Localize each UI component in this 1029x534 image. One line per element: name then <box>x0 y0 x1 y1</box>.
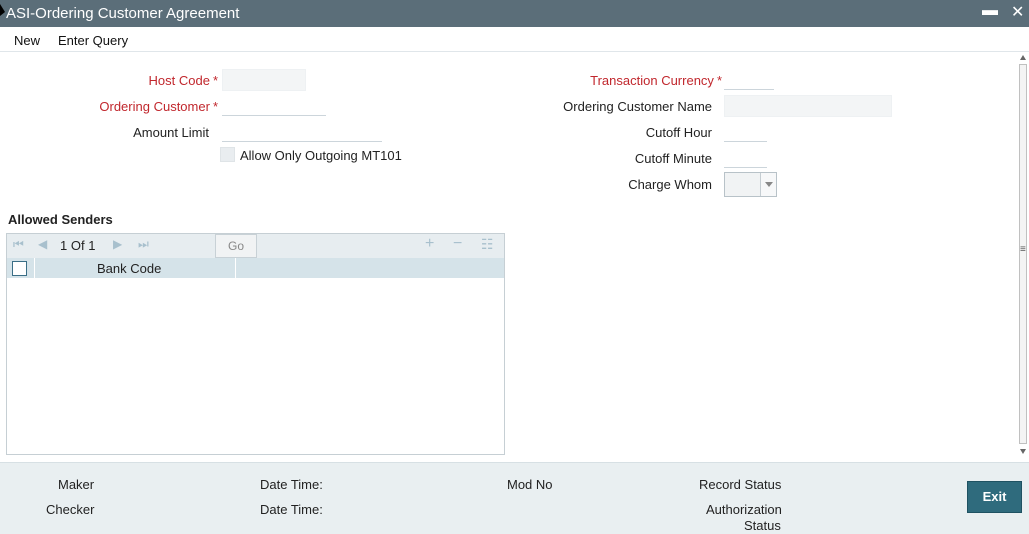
maker-date-time-label: Date Time: <box>260 477 323 492</box>
host-code-label-text: Host Code <box>148 73 210 88</box>
cutoff-minute-input[interactable] <box>724 146 767 168</box>
window-title: ASI-Ordering Customer Agreement <box>6 5 240 22</box>
checker-date-time-label: Date Time: <box>260 502 323 517</box>
transaction-currency-label-text: Transaction Currency <box>590 73 714 88</box>
authorization-label: Authorization <box>706 502 782 517</box>
ordering-customer-name-label: Ordering Customer Name <box>563 99 712 114</box>
scroll-up-icon[interactable] <box>1020 55 1026 60</box>
transaction-currency-input[interactable] <box>724 68 774 90</box>
vertical-scrollbar[interactable]: ≡ <box>1017 52 1029 457</box>
ordering-customer-input[interactable] <box>222 94 326 116</box>
required-mark: * <box>212 73 218 88</box>
scroll-down-icon[interactable] <box>1020 449 1026 454</box>
select-all-checkbox[interactable] <box>12 261 27 276</box>
mouse-cursor-icon <box>0 4 5 16</box>
amount-limit-input[interactable] <box>222 120 382 142</box>
page-indicator: 1 Of 1 <box>60 238 95 253</box>
charge-whom-select[interactable] <box>724 172 777 197</box>
title-bar: ASI-Ordering Customer Agreement ▬ ✕ <box>0 0 1029 27</box>
first-page-icon[interactable]: ⏮ <box>13 237 24 252</box>
amount-limit-label: Amount Limit <box>133 125 209 140</box>
allowed-senders-grid: ⏮ ◀ 1 Of 1 ▶ ⏭ Go + − ☷ Bank Code <box>6 233 505 455</box>
column-divider <box>34 258 35 278</box>
required-mark: * <box>212 99 218 114</box>
column-divider <box>235 258 236 278</box>
checker-label: Checker <box>46 502 95 517</box>
allow-outgoing-label: Allow Only Outgoing MT101 <box>240 148 402 163</box>
next-page-icon[interactable]: ▶ <box>113 237 122 251</box>
menu-bar: New Enter Query <box>0 27 1029 52</box>
exit-button[interactable]: Exit <box>967 481 1022 513</box>
page-total: 1 <box>88 238 96 253</box>
ordering-customer-name-input[interactable] <box>724 95 892 117</box>
allowed-senders-title: Allowed Senders <box>8 212 113 227</box>
audit-footer: Maker Checker Date Time: Date Time: Mod … <box>0 462 1029 534</box>
minimize-icon[interactable]: ▬ <box>982 2 998 20</box>
page-of: Of <box>70 238 85 253</box>
close-icon[interactable]: ✕ <box>1011 2 1024 22</box>
cutoff-hour-label: Cutoff Hour <box>645 125 712 140</box>
new-menu-item[interactable]: New <box>14 33 40 48</box>
cutoff-hour-input[interactable] <box>724 120 767 142</box>
ordering-customer-label-text: Ordering Customer <box>99 99 210 114</box>
single-view-icon[interactable]: ☷ <box>481 236 494 253</box>
page-current: 1 <box>60 238 68 253</box>
ordering-customer-label: Ordering Customer * <box>60 99 218 114</box>
allow-outgoing-checkbox[interactable] <box>220 147 235 162</box>
grid-header-row: Bank Code <box>7 258 504 278</box>
host-code-label: Host Code * <box>60 73 218 88</box>
charge-whom-label: Charge Whom <box>628 177 712 192</box>
transaction-currency-label: Transaction Currency * <box>540 73 722 88</box>
mod-no-label: Mod No <box>507 477 553 492</box>
enter-query-menu-item[interactable]: Enter Query <box>58 33 128 48</box>
bank-code-column-header: Bank Code <box>97 261 162 276</box>
add-row-icon[interactable]: + <box>425 235 434 253</box>
go-button[interactable]: Go <box>215 234 257 258</box>
cutoff-minute-label: Cutoff Minute <box>634 151 712 166</box>
grid-toolbar: ⏮ ◀ 1 Of 1 ▶ ⏭ Go + − ☷ <box>7 234 504 258</box>
required-mark: * <box>716 73 722 88</box>
scroll-grip-icon: ≡ <box>1020 244 1026 255</box>
last-page-icon[interactable]: ⏭ <box>138 237 149 252</box>
authorization-status-label: Status <box>744 518 781 533</box>
chevron-down-icon[interactable] <box>760 173 776 196</box>
delete-row-icon[interactable]: − <box>453 235 462 253</box>
host-code-input[interactable] <box>222 69 306 91</box>
record-status-label: Record Status <box>699 477 782 492</box>
previous-page-icon[interactable]: ◀ <box>38 237 47 251</box>
maker-label: Maker <box>58 477 95 492</box>
